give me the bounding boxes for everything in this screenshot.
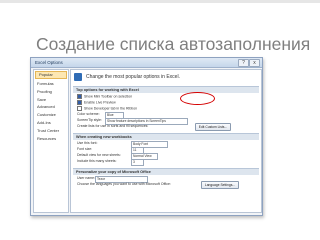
nav-item-resources[interactable]: Resources: [34, 135, 68, 143]
slide-top-stripe: [0, 0, 320, 3]
nav-item-formulas[interactable]: Formulas: [34, 80, 68, 88]
developer-tab-label: Show Developer tab in the Ribbon: [84, 106, 138, 111]
dialog-title: Excel Options: [35, 60, 63, 65]
close-icon[interactable]: x: [249, 59, 260, 67]
nav-item-customize[interactable]: Customize: [34, 111, 68, 119]
excel-options-dialog: Excel Options ? x Popular Formulas Proof…: [30, 57, 263, 216]
options-icon: [74, 73, 82, 81]
live-preview-label: Enable Live Preview: [84, 100, 116, 105]
dialog-titlebar: Excel Options ? x: [31, 58, 262, 68]
help-icon[interactable]: ?: [238, 59, 249, 67]
live-preview-option[interactable]: Enable Live Preview: [77, 99, 116, 105]
font-label: Use this font:: [77, 141, 98, 145]
nav-item-proofing[interactable]: Proofing: [34, 88, 68, 96]
content-header: Change the most popular options in Excel…: [73, 72, 259, 82]
header-text: Change the most popular options in Excel…: [86, 74, 180, 80]
options-nav: Popular Formulas Proofing Save Advanced …: [33, 69, 69, 213]
mini-toolbar-option[interactable]: Show Mini Toolbar on selection: [77, 93, 133, 99]
default-view-label: Default view for new sheets:: [77, 153, 121, 157]
sheets-label: Include this many sheets:: [77, 159, 117, 163]
languages-label: Choose the languages you want to use wit…: [77, 182, 171, 186]
nav-item-trust-center[interactable]: Trust Center: [34, 127, 68, 135]
section-top-options: Top options for working with Excel: [73, 86, 259, 93]
nav-item-add-ins[interactable]: Add-Ins: [34, 119, 68, 127]
slide-title: Создание списка автозаполнения: [36, 34, 311, 54]
checkbox-icon[interactable]: [77, 93, 82, 99]
nav-item-popular[interactable]: Popular: [35, 71, 67, 79]
language-settings-button[interactable]: Language Settings...: [201, 181, 239, 189]
checkbox-icon[interactable]: [77, 99, 82, 105]
section-personalize: Personalize your copy of Microsoft Offic…: [73, 168, 259, 175]
sheets-stepper[interactable]: 3: [131, 159, 144, 166]
options-content: Change the most popular options in Excel…: [70, 69, 262, 213]
username-label: User name:: [77, 176, 96, 180]
nav-item-advanced[interactable]: Advanced: [34, 103, 68, 111]
mini-toolbar-label: Show Mini Toolbar on selection: [84, 94, 133, 99]
custom-lists-label: Create lists for use in sorts and fill s…: [77, 124, 149, 128]
color-scheme-label: Color scheme:: [77, 112, 100, 116]
highlight-circle: [180, 92, 215, 105]
font-size-label: Font size:: [77, 147, 93, 151]
screentip-label: ScreenTip style:: [77, 118, 102, 122]
nav-item-save[interactable]: Save: [34, 96, 68, 104]
edit-custom-lists-button[interactable]: Edit Custom Lists...: [195, 123, 231, 131]
checkbox-icon[interactable]: [77, 105, 82, 111]
section-new-workbooks: When creating new workbooks: [73, 133, 259, 140]
developer-tab-option[interactable]: Show Developer tab in the Ribbon: [77, 105, 138, 111]
